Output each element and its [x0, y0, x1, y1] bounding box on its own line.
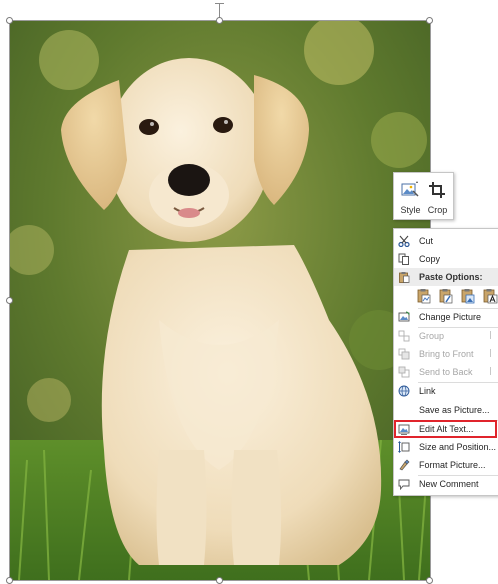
menu-item-edit-alt-text[interactable]: Edit Alt Text...: [394, 420, 498, 438]
paste-picture-button[interactable]: [460, 287, 476, 305]
change-picture-icon: [398, 311, 410, 322]
paste-options-header: Paste Options:: [394, 268, 498, 286]
menu-item-cut-label: Cut: [419, 236, 434, 246]
group-icon: [398, 330, 410, 342]
rotation-handle[interactable]: [219, 4, 220, 18]
paste-text-only-button[interactable]: [482, 287, 498, 305]
resize-handle-top[interactable]: [216, 17, 223, 24]
picture-style-icon: [401, 181, 419, 197]
paste-merge-format-button[interactable]: [438, 287, 454, 305]
format-picture-icon: [399, 459, 410, 471]
crop-button[interactable]: Crop: [424, 176, 451, 216]
resize-handle-left[interactable]: [6, 297, 13, 304]
paste-keep-source-button[interactable]: [416, 287, 432, 305]
menu-item-group[interactable]: Group: [394, 327, 498, 345]
submenu-indicator: [490, 331, 491, 339]
submenu-indicator: [490, 367, 491, 375]
menu-item-edit-alt-text-label: Edit Alt Text...: [419, 424, 474, 434]
puppy-photo: [9, 20, 430, 580]
menu-item-link[interactable]: Link: [394, 382, 498, 400]
send-to-back-icon: [398, 366, 410, 378]
menu-item-change-picture-label: Change Picture: [419, 312, 482, 322]
paste-keep-source-icon: [417, 289, 431, 304]
menu-item-copy-label: Copy: [419, 254, 441, 264]
menu-item-save-as-picture-label: Save as Picture...: [419, 405, 490, 415]
menu-item-send-to-back-label: Send to Back: [419, 367, 473, 377]
resize-handle-top-right[interactable]: [426, 17, 433, 24]
selected-picture[interactable]: [9, 20, 430, 580]
menu-item-cut[interactable]: Cut: [394, 232, 498, 250]
crop-label: Crop: [427, 205, 448, 215]
menu-item-change-picture[interactable]: Change Picture: [394, 308, 498, 326]
scissors-icon: [398, 235, 410, 247]
mini-toolbar: Style Crop: [393, 172, 454, 220]
paste-merge-format-icon: [439, 289, 453, 304]
menu-item-bring-to-front[interactable]: Bring to Front: [394, 345, 498, 363]
copy-icon: [398, 253, 409, 265]
size-position-icon: [398, 441, 410, 453]
submenu-indicator: [490, 349, 491, 357]
alt-text-icon: [398, 424, 410, 435]
menu-item-link-label: Link: [419, 386, 436, 396]
menu-item-send-to-back[interactable]: Send to Back: [394, 363, 498, 381]
paste-options-row: [416, 287, 498, 305]
link-icon: [398, 385, 410, 397]
paste-options-label: Paste Options:: [419, 272, 483, 282]
menu-item-new-comment-label: New Comment: [419, 479, 479, 489]
resize-handle-bottom[interactable]: [216, 577, 223, 584]
menu-item-save-as-picture[interactable]: Save as Picture...: [394, 401, 498, 419]
bring-to-front-icon: [398, 348, 410, 360]
resize-handle-top-left[interactable]: [6, 17, 13, 24]
menu-item-new-comment[interactable]: New Comment: [394, 475, 498, 493]
menu-item-format-picture[interactable]: Format Picture...: [394, 456, 498, 474]
menu-item-bring-to-front-label: Bring to Front: [419, 349, 474, 359]
menu-item-size-and-position[interactable]: Size and Position...: [394, 438, 498, 456]
style-button[interactable]: Style: [397, 176, 424, 216]
crop-icon: [429, 182, 445, 198]
menu-item-size-and-position-label: Size and Position...: [419, 442, 497, 452]
resize-handle-bottom-left[interactable]: [6, 577, 13, 584]
context-menu: Cut Copy Paste Options: Change Picture G…: [393, 228, 498, 496]
clipboard-icon: [399, 272, 410, 283]
paste-text-only-icon: [483, 289, 498, 304]
paste-picture-icon: [461, 289, 475, 304]
style-label: Style: [400, 205, 421, 215]
menu-item-copy[interactable]: Copy: [394, 250, 498, 268]
resize-handle-bottom-right[interactable]: [426, 577, 433, 584]
menu-item-format-picture-label: Format Picture...: [419, 460, 486, 470]
menu-item-group-label: Group: [419, 331, 445, 341]
comment-icon: [398, 479, 410, 490]
